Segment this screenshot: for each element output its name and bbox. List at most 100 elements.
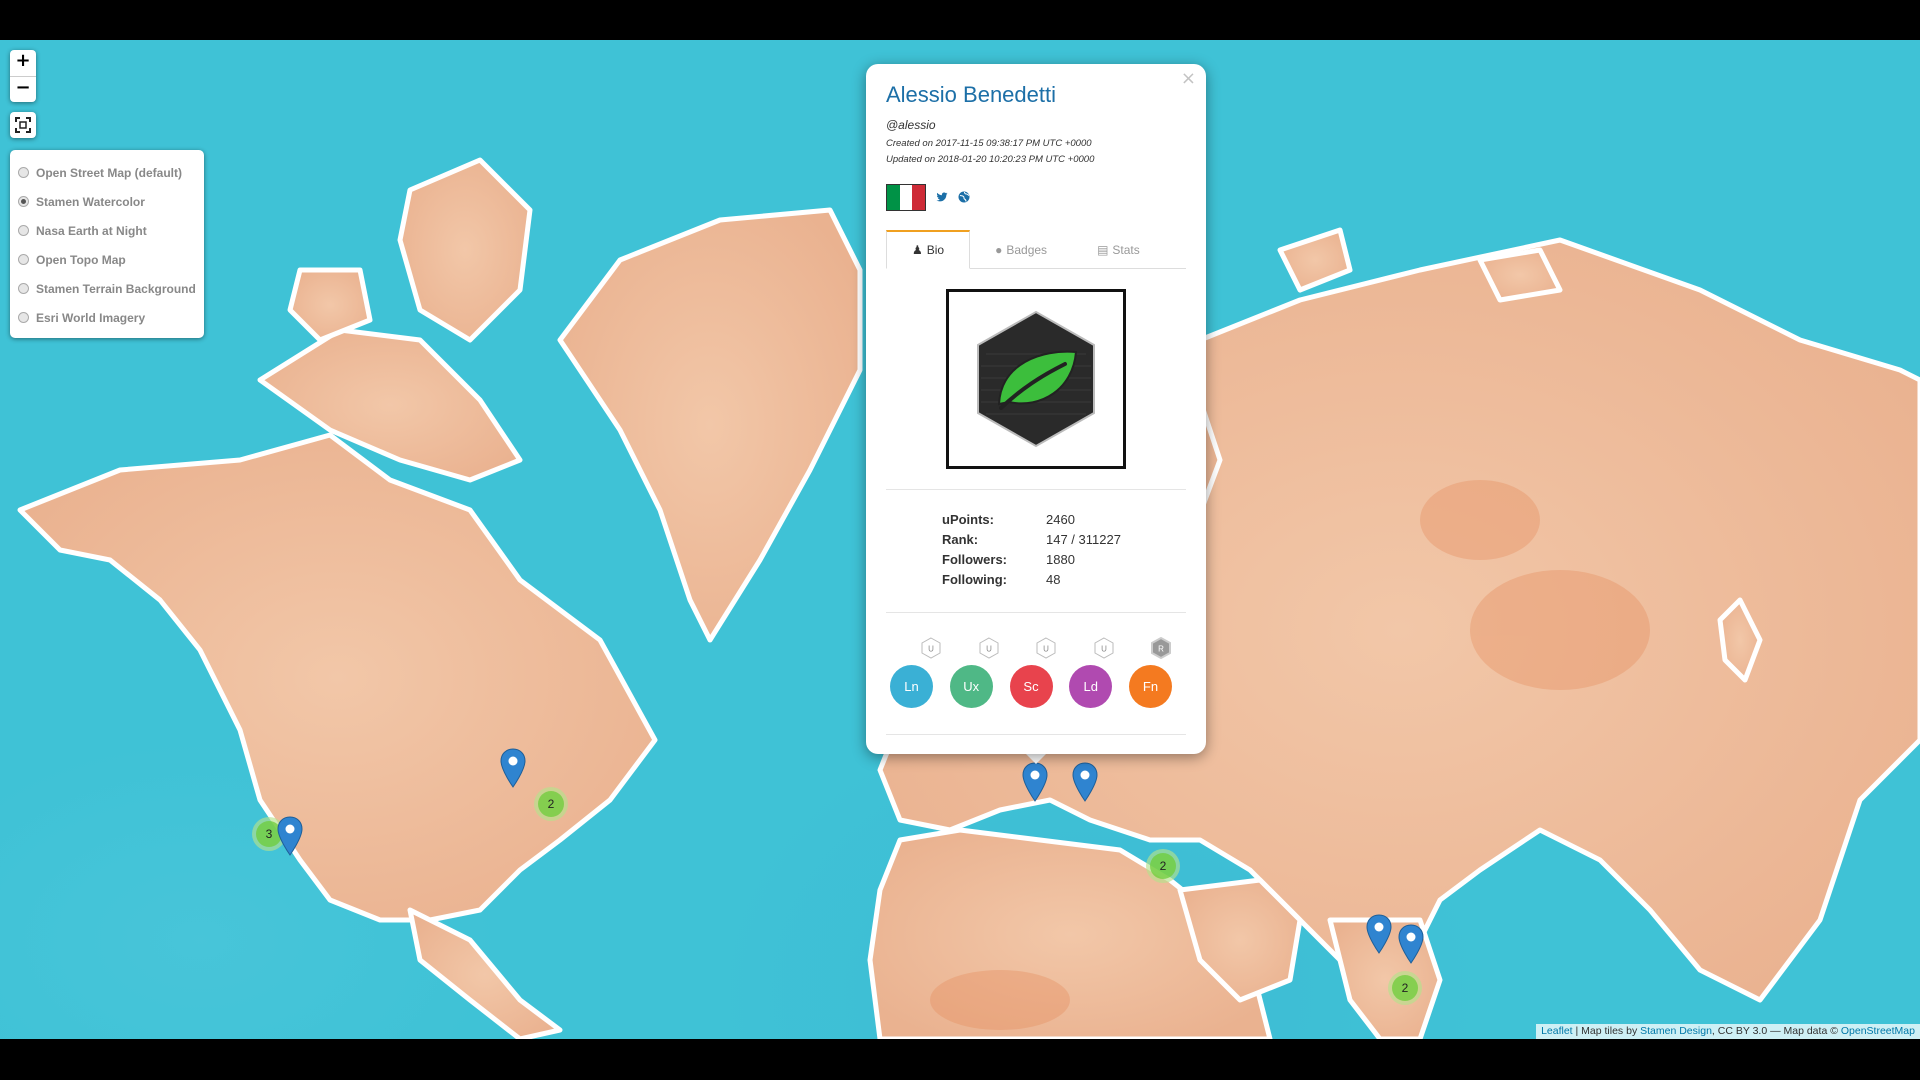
stat-key: Followers: (942, 552, 1008, 567)
twitter-icon[interactable] (936, 191, 948, 203)
marker-cluster[interactable]: 2 (534, 787, 568, 821)
skill-badge-label: Sc (1023, 679, 1039, 694)
radio-button[interactable] (18, 283, 29, 294)
radio-button[interactable] (18, 254, 29, 265)
updated-date: Updated on 2018-01-20 10:20:23 PM UTC +0… (886, 154, 1095, 165)
hex-badge-icon[interactable]: U (1035, 637, 1057, 659)
layer-label: Open Street Map (default) (36, 165, 183, 180)
tab-label: Badges (1006, 242, 1048, 257)
user-meta: Created on 2017-11-15 09:38:17 PM UTC +0… (886, 136, 1186, 168)
tab-stats[interactable]: ▤ Stats (1072, 230, 1165, 269)
stat-row: Rank: 147 / 311227 (942, 532, 1186, 552)
layer-option-osm[interactable]: Open Street Map (default) (18, 158, 196, 187)
radio-button[interactable] (18, 167, 29, 178)
layer-option-stamen-watercolor[interactable]: Stamen Watercolor (18, 187, 196, 216)
svg-text:U: U (928, 645, 934, 654)
marker-cluster[interactable]: 2 (1146, 849, 1180, 883)
svg-text:U: U (1101, 645, 1107, 654)
tab-bio[interactable]: ♟ Bio (886, 230, 971, 269)
fullscreen-icon (15, 117, 31, 133)
map-marker-icon[interactable] (1072, 762, 1098, 802)
tab-label: Bio (926, 243, 945, 257)
layer-option-nasa-night[interactable]: Nasa Earth at Night (18, 216, 196, 245)
skill-badge-label: Ux (963, 679, 980, 694)
stat-value: 48 (1046, 572, 1061, 587)
marker-cluster[interactable]: 2 (1388, 971, 1422, 1005)
radio-button[interactable] (18, 312, 29, 323)
skill-badge[interactable]: Ld (1069, 665, 1113, 708)
hex-badge-icon[interactable]: U (978, 637, 1000, 659)
layer-label: Stamen Watercolor (36, 194, 145, 209)
map-marker-icon[interactable] (500, 748, 526, 788)
user-links (886, 182, 1186, 212)
tab-badges[interactable]: ● Badges (970, 230, 1072, 269)
zoom-in-button[interactable]: + (10, 50, 36, 76)
user-icon: ♟ (912, 243, 923, 257)
zoom-out-button[interactable]: − (10, 76, 36, 102)
close-popup-button[interactable]: × (1181, 68, 1196, 89)
leaf-hexagon-icon (977, 310, 1095, 448)
skill-badge[interactable]: Ln (890, 665, 933, 708)
stat-key: uPoints: (942, 512, 994, 527)
leaflet-link[interactable]: Leaflet (1541, 1025, 1573, 1037)
globe-icon[interactable] (958, 191, 970, 203)
stat-key: Following: (942, 572, 1007, 587)
layer-option-esri-imagery[interactable]: Esri World Imagery (18, 303, 196, 332)
skill-badges: Ln Ux Sc Ld Fn (886, 665, 1186, 708)
map-marker-icon[interactable] (277, 816, 303, 856)
stat-key: Rank: (942, 532, 979, 547)
user-name: Alessio Benedetti (886, 82, 1056, 107)
attribution-tiles-prefix: Map tiles by (1581, 1025, 1641, 1037)
layer-option-open-topo[interactable]: Open Topo Map (18, 245, 196, 274)
map-marker-icon[interactable] (1366, 914, 1392, 954)
divider (886, 734, 1186, 735)
hex-badge-icon[interactable]: U (1093, 637, 1115, 659)
radio-button[interactable] (18, 225, 29, 236)
stat-row: Followers: 1880 (942, 552, 1186, 572)
profile-tabs: ♟ Bio ● Badges ▤ Stats (886, 230, 1186, 269)
circle-icon: ● (995, 242, 1003, 257)
layer-option-stamen-terrain[interactable]: Stamen Terrain Background (18, 274, 196, 303)
stat-value: 2460 (1046, 512, 1075, 527)
created-date: Created on 2017-11-15 09:38:17 PM UTC +0… (886, 138, 1092, 149)
cluster-count: 2 (1392, 975, 1418, 1001)
svg-text:U: U (1043, 645, 1049, 654)
skill-badge[interactable]: Ux (949, 665, 993, 708)
osm-link[interactable]: OpenStreetMap (1841, 1025, 1915, 1037)
layer-label: Nasa Earth at Night (36, 223, 147, 238)
fullscreen-button[interactable] (10, 112, 36, 138)
zoom-control: + − (10, 50, 36, 102)
stat-row: Following: 48 (942, 572, 1186, 592)
cluster-count: 2 (1150, 853, 1176, 879)
hex-badge-icon[interactable]: U (920, 637, 942, 659)
user-popup: × Alessio Benedetti @alessio Created on … (866, 64, 1206, 754)
skill-badge[interactable]: Fn (1129, 665, 1172, 708)
layer-label: Esri World Imagery (36, 310, 146, 325)
skill-badge-label: Ln (904, 679, 919, 694)
radio-button[interactable] (18, 196, 29, 207)
skill-badge-label: Ld (1083, 679, 1098, 694)
svg-text:R: R (1158, 645, 1164, 654)
attribution-tiles-suffix: , CC BY 3.0 — Map data © (1711, 1025, 1841, 1037)
layer-control: Open Street Map (default) Stamen Waterco… (10, 150, 204, 338)
layer-label: Stamen Terrain Background (36, 281, 196, 296)
stat-row: uPoints: 2460 (942, 512, 1186, 532)
list-icon: ▤ (1097, 242, 1109, 257)
skill-badge-label: Fn (1142, 679, 1159, 694)
layer-label: Open Topo Map (36, 252, 126, 267)
italy-flag-icon (886, 183, 926, 211)
user-stats: uPoints: 2460 Rank: 147 / 311227 Followers… (942, 512, 1186, 592)
divider (886, 612, 1186, 613)
map-attribution: Leaflet | Map tiles by Stamen Design, CC… (1536, 1024, 1920, 1039)
hex-badge-icon[interactable]: R (1150, 637, 1172, 659)
user-avatar (946, 289, 1126, 469)
stat-value: 1880 (1046, 552, 1075, 567)
divider (886, 489, 1186, 490)
stat-value: 147 / 311227 (1046, 532, 1121, 547)
stamen-link[interactable]: Stamen Design (1640, 1025, 1712, 1037)
map-marker-icon[interactable] (1398, 924, 1424, 964)
cluster-count: 2 (538, 791, 564, 817)
user-handle: @alessio (886, 118, 936, 132)
map-marker-icon[interactable] (1022, 762, 1048, 802)
skill-badge[interactable]: Sc (1009, 665, 1053, 708)
